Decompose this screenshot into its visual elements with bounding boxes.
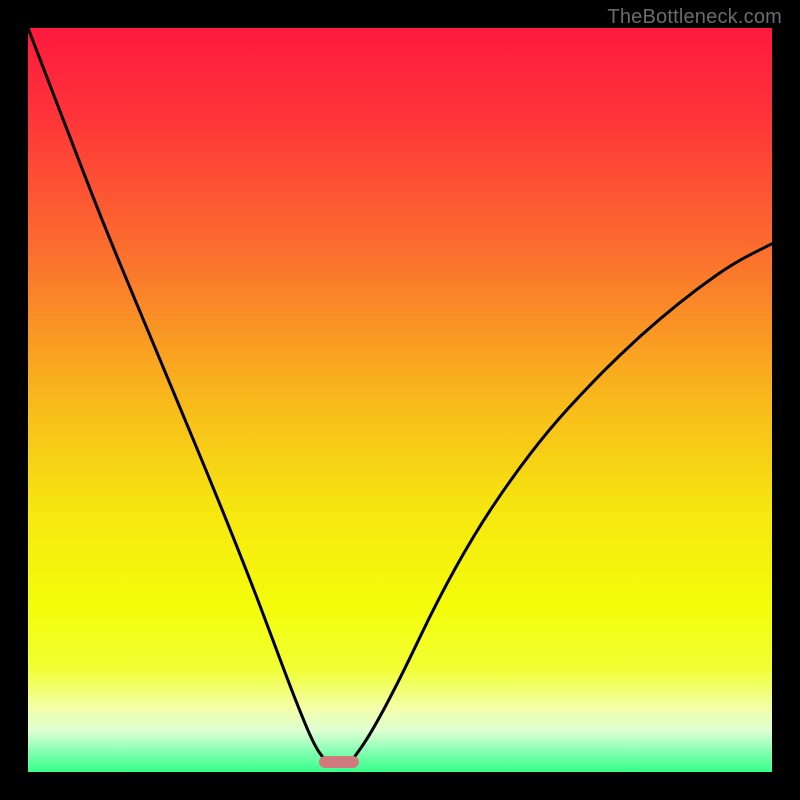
gradient-rect: [28, 28, 772, 772]
watermark-text: TheBottleneck.com: [607, 6, 782, 29]
bottleneck-chart: [28, 28, 772, 772]
plot-frame: [28, 28, 772, 772]
minimum-marker: [319, 756, 360, 768]
